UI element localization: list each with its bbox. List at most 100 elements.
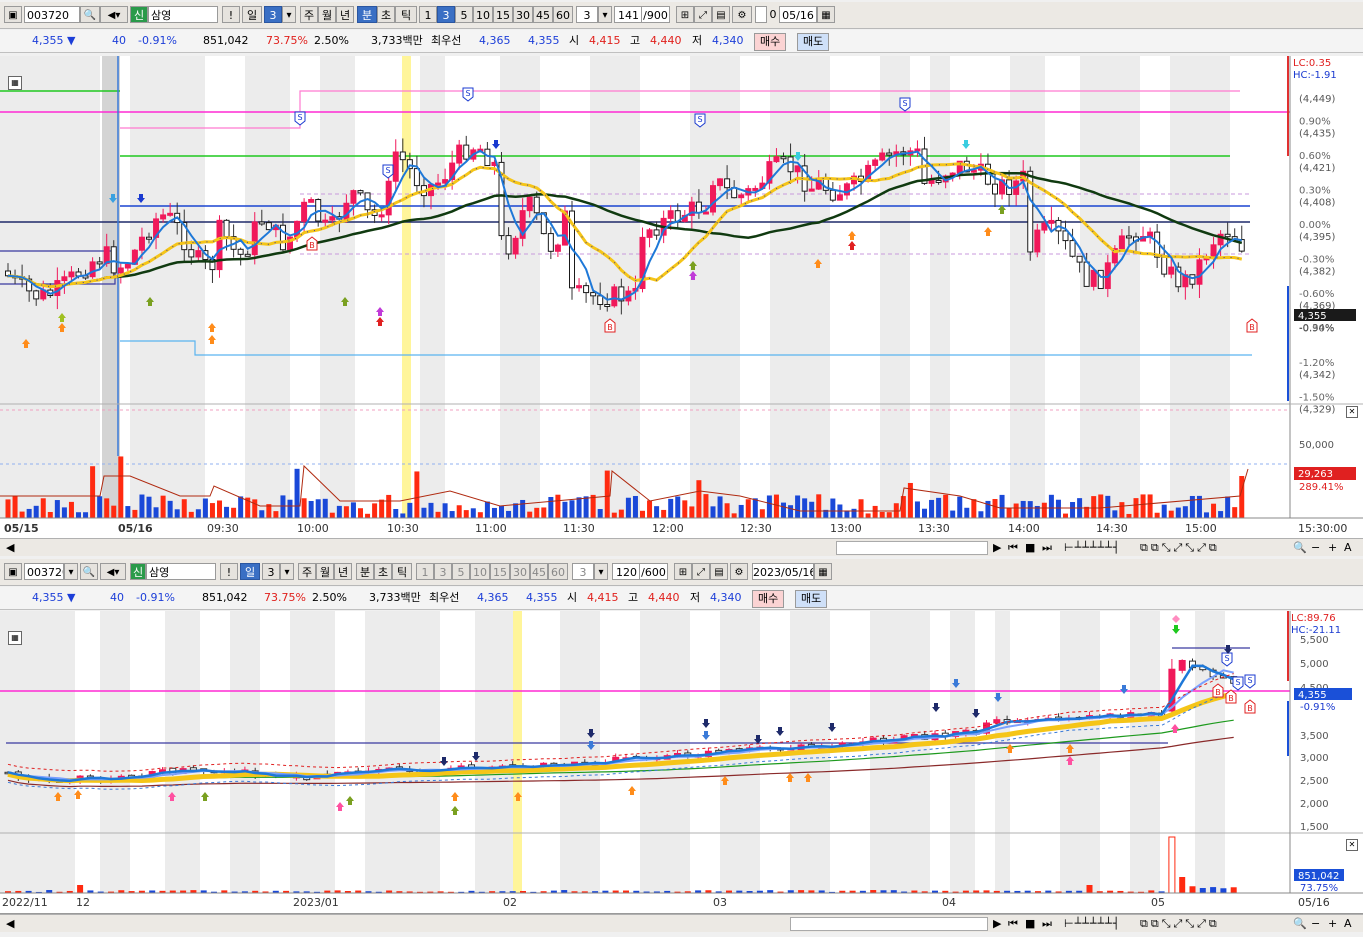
top-scrollbar[interactable]: ◀ ▶ ⏮ ■ ⏭ ⊢┴┴┴┴┴┤ ⧉⧉⤡⤢⤡⤢⧉ 🔍 − + A [0, 538, 1363, 556]
play-forward-icon[interactable]: ⏭ [1042, 916, 1052, 931]
search-icon[interactable]: 🔍 [80, 563, 98, 580]
font-icon[interactable]: A [1344, 540, 1352, 555]
tab-second[interactable]: 초 [374, 563, 392, 580]
chart-settings-icon[interactable]: ⊞ [674, 563, 692, 580]
scroll-left-icon[interactable]: ◀ [6, 540, 14, 555]
play-back-icon[interactable]: ⏮ [1008, 540, 1018, 555]
search-icon[interactable]: 🔍 [80, 6, 100, 23]
gear-icon[interactable]: ⚙ [732, 6, 752, 23]
period-dropdown-icon[interactable]: ▾ [282, 6, 296, 23]
period-dropdown-icon[interactable]: ▾ [280, 563, 294, 580]
interval-1[interactable]: 1 [416, 563, 434, 580]
zoom-in-icon[interactable]: + [1328, 540, 1337, 555]
font-icon[interactable]: A [1344, 916, 1352, 931]
stock-name-field[interactable]: 삼영 [146, 563, 216, 580]
window-menu-icon[interactable]: ▣ [4, 6, 22, 23]
code-dropdown-icon[interactable]: ▾ [64, 563, 78, 580]
gear-icon[interactable]: ⚙ [730, 563, 748, 580]
tab-minute[interactable]: 분 [357, 6, 377, 23]
interval-10[interactable]: 10 [470, 563, 490, 580]
play-back-icon[interactable]: ⏮ [1008, 916, 1018, 931]
bottom-scrollbar[interactable]: ◀ ▶ ⏮ ■ ⏭ ⊢┴┴┴┴┴┤ ⧉⧉⤡⤢⤡⤢⧉ 🔍 − + A [0, 914, 1363, 932]
tab-second[interactable]: 초 [377, 6, 395, 23]
count-input[interactable]: 120 [612, 563, 640, 580]
custom-dropdown-icon[interactable]: ▾ [594, 563, 608, 580]
volume-close-icon[interactable]: ✕ [1346, 406, 1358, 418]
chart-tools-icon[interactable]: ⧉⧉⤡⤢⤡⤢⧉ [1140, 540, 1220, 555]
interval-15[interactable]: 15 [490, 563, 510, 580]
custom-interval-input[interactable]: 3 [572, 563, 594, 580]
date-checkbox[interactable] [755, 6, 767, 23]
count-input[interactable]: 141 [614, 6, 642, 23]
chart-tools-icon[interactable]: ⧉⧉⤡⤢⤡⤢⧉ [1140, 916, 1220, 931]
tab-week[interactable]: 주 [298, 563, 316, 580]
scroll-right-icon[interactable]: ▶ [993, 540, 1001, 555]
tab-week[interactable]: 주 [300, 6, 318, 23]
custom-dropdown-icon[interactable]: ▾ [598, 6, 612, 23]
draw-tool-icon[interactable]: ⤢ [694, 6, 712, 23]
tab-year[interactable]: 년 [336, 6, 354, 23]
zoom-out-icon[interactable]: − [1311, 916, 1320, 931]
draw-tool-icon[interactable]: ⤢ [692, 563, 710, 580]
interval-15[interactable]: 15 [493, 6, 513, 23]
play-forward-icon[interactable]: ⏭ [1042, 540, 1052, 555]
chart-menu-icon[interactable]: ▦ [8, 76, 22, 90]
window-menu-icon[interactable]: ▣ [4, 563, 22, 580]
custom-interval-input[interactable]: 3 [576, 6, 598, 23]
stop-icon[interactable]: ■ [1025, 540, 1035, 555]
stock-code-input[interactable]: 003720 [24, 563, 64, 580]
save-icon[interactable]: ▤ [710, 563, 728, 580]
stock-name-field[interactable]: 삼영 [148, 6, 218, 23]
zoom-slider-icon[interactable]: ⊢┴┴┴┴┴┤ [1064, 540, 1120, 555]
scroll-right-icon[interactable]: ▶ [993, 916, 1001, 931]
tab-tick[interactable]: 틱 [395, 6, 417, 23]
period-value[interactable]: 3 [262, 563, 280, 580]
buy-button[interactable]: 매수 [754, 33, 787, 51]
buy-button[interactable]: 매수 [752, 590, 785, 608]
zoom-search-icon[interactable]: 🔍 [1293, 916, 1307, 931]
interval-10[interactable]: 10 [473, 6, 493, 23]
tab-minute[interactable]: 분 [356, 563, 374, 580]
zoom-out-icon[interactable]: − [1311, 540, 1320, 555]
sell-button[interactable]: 매도 [795, 590, 828, 608]
calendar-icon[interactable]: ▦ [817, 6, 835, 23]
zoom-in-icon[interactable]: + [1328, 916, 1337, 931]
date-input[interactable]: 05/16 [779, 6, 817, 23]
date-input[interactable]: 2023/05/16 [752, 563, 814, 580]
interval-30[interactable]: 30 [510, 563, 530, 580]
interval-3[interactable]: 3 [434, 563, 452, 580]
calendar-icon[interactable]: ▦ [814, 563, 832, 580]
daily-chart[interactable]: SSSBBBLC:89.76HC:-21.115,5005,0004,5003,… [0, 611, 1363, 914]
stop-icon[interactable]: ■ [1025, 916, 1035, 931]
intraday-chart-canvas[interactable]: S S S S S B B B LC:0.35HC:-1.91 (4,449) 0.90%(4,43… [0, 56, 1363, 538]
speaker-icon[interactable]: ◀▾ [100, 6, 128, 23]
interval-3[interactable]: 3 [437, 6, 455, 23]
interval-45[interactable]: 45 [530, 563, 548, 580]
interval-5[interactable]: 5 [452, 563, 470, 580]
daily-chart-canvas[interactable]: SSSBBBLC:89.76HC:-21.115,5005,0004,5003,… [0, 611, 1363, 913]
tab-month[interactable]: 월 [316, 563, 334, 580]
tab-day[interactable]: 일 [242, 6, 262, 23]
save-icon[interactable]: ▤ [712, 6, 730, 23]
sell-button[interactable]: 매도 [797, 33, 830, 51]
tab-day[interactable]: 일 [240, 563, 260, 580]
tab-month[interactable]: 월 [318, 6, 336, 23]
tab-year[interactable]: 년 [334, 563, 352, 580]
interval-5[interactable]: 5 [455, 6, 473, 23]
alert-button[interactable]: ! [220, 563, 238, 580]
speaker-icon[interactable]: ◀▾ [100, 563, 126, 580]
alert-button[interactable]: ! [222, 6, 240, 23]
scroll-left-icon[interactable]: ◀ [6, 916, 14, 931]
stock-code-input[interactable]: 003720 [24, 6, 80, 23]
scroll-thumb[interactable] [790, 917, 988, 931]
interval-45[interactable]: 45 [533, 6, 553, 23]
zoom-search-icon[interactable]: 🔍 [1293, 540, 1307, 555]
period-value[interactable]: 3 [264, 6, 282, 23]
volume-close-icon[interactable]: ✕ [1346, 839, 1358, 851]
interval-60[interactable]: 60 [548, 563, 568, 580]
intraday-chart[interactable]: S S S S S B B B LC:0.35 HC:-1.91 (4,449) 0.90% (4,43… [0, 56, 1363, 539]
interval-1[interactable]: 1 [419, 6, 437, 23]
tab-tick[interactable]: 틱 [392, 563, 412, 580]
zoom-slider-icon[interactable]: ⊢┴┴┴┴┴┤ [1064, 916, 1120, 931]
chart-settings-icon[interactable]: ⊞ [676, 6, 694, 23]
